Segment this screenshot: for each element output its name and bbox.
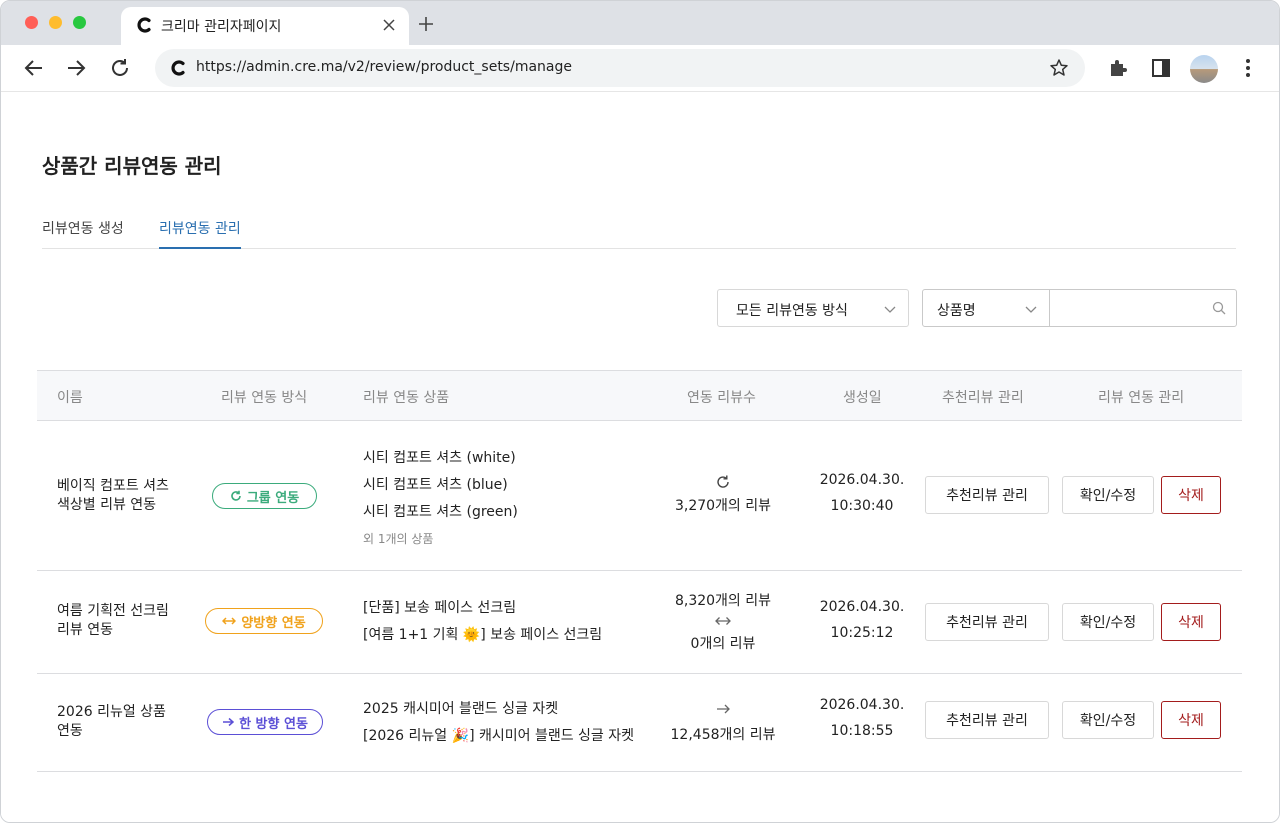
- header-method: 리뷰 연동 방식: [221, 390, 308, 406]
- created-date-time: 10:18:55: [830, 723, 894, 739]
- product-item: 2025 캐시미어 블랜드 싱글 자켓: [363, 701, 559, 717]
- page-title: 상품간 리뷰연동 관리: [42, 154, 222, 178]
- table-row: 2026 리뉴얼 상품 연동 한 방향 연동 2025 캐시미어 블랜드 싱글 …: [37, 674, 1242, 772]
- chevron-down-icon: [1025, 306, 1037, 313]
- tab-title: 크리마 관리자페이지: [161, 19, 282, 35]
- row-name-line1: 2026 리뉴얼 상품: [57, 704, 166, 720]
- header-recommend: 추천리뷰 관리: [942, 390, 1024, 406]
- delete-button[interactable]: 삭제: [1161, 476, 1221, 514]
- header-created: 생성일: [843, 390, 882, 406]
- row-name-line1: 베이직 컴포트 셔츠: [57, 478, 169, 494]
- search-type-value: 상품명: [937, 303, 976, 319]
- close-window-button[interactable]: [25, 16, 38, 29]
- delete-button[interactable]: 삭제: [1161, 701, 1221, 739]
- close-tab-icon[interactable]: [379, 15, 399, 35]
- header-name: 이름: [57, 390, 83, 406]
- review-count-target: 0개의 리뷰: [690, 636, 756, 652]
- bookmark-star-icon[interactable]: [1049, 58, 1069, 78]
- row-name: 2026 리뉴얼 상품 연동: [57, 703, 166, 741]
- review-count-source: 8,320개의 리뷰: [674, 593, 772, 609]
- method-label: 한 방향 연동: [239, 716, 308, 732]
- maximize-window-button[interactable]: [73, 16, 86, 29]
- header-review-count: 연동 리뷰수: [687, 390, 756, 406]
- created-date-day: 2026.04.30.: [819, 599, 905, 615]
- recommend-review-button[interactable]: 추천리뷰 관리: [925, 476, 1049, 514]
- back-arrow-icon[interactable]: [21, 55, 47, 81]
- recommend-review-button[interactable]: 추천리뷰 관리: [925, 701, 1049, 739]
- site-favicon-icon: [171, 60, 185, 76]
- new-tab-icon[interactable]: [415, 13, 437, 35]
- minimize-window-button[interactable]: [49, 16, 62, 29]
- table-row: 여름 기획전 선크림 리뷰 연동 양방향 연동 [단품] 보송 페이스 선크림 …: [37, 571, 1242, 674]
- bidirectional-arrow-icon: [715, 617, 731, 625]
- method-badge-oneway: 한 방향 연동: [207, 709, 323, 735]
- page-content: 상품간 리뷰연동 관리 리뷰연동 생성 리뷰연동 관리 모든 리뷰연동 방식 상…: [1, 93, 1279, 822]
- search-icon[interactable]: [1212, 301, 1226, 315]
- method-label: 양방향 연동: [241, 615, 306, 631]
- crema-logo-icon: [137, 17, 151, 33]
- product-item: [단품] 보송 페이스 선크림: [363, 600, 517, 616]
- created-date: 2026.04.30. 10:18:55: [802, 692, 922, 744]
- product-item: 시티 컴포트 셔츠 (white): [363, 450, 516, 466]
- row-name-line1: 여름 기획전 선크림: [57, 603, 169, 619]
- method-label: 그룹 연동: [246, 490, 300, 506]
- right-arrow-icon: [717, 704, 730, 714]
- method-filter-select[interactable]: 모든 리뷰연동 방식: [717, 289, 909, 327]
- created-date: 2026.04.30. 10:30:40: [802, 467, 922, 519]
- browser-window: 크리마 관리자페이지 https://admin.cre.ma/v2/revie…: [0, 0, 1280, 823]
- reload-icon[interactable]: [107, 55, 133, 81]
- product-item: 시티 컴포트 셔츠 (green): [363, 504, 518, 520]
- browser-toolbar: https://admin.cre.ma/v2/review/product_s…: [1, 45, 1279, 92]
- created-date-time: 10:30:40: [830, 498, 894, 514]
- edit-button[interactable]: 확인/수정: [1062, 603, 1154, 641]
- search-input[interactable]: [1051, 290, 1211, 326]
- header-products: 리뷰 연동 상품: [363, 390, 450, 406]
- method-filter-value: 모든 리뷰연동 방식: [736, 303, 848, 319]
- product-item: [여름 1+1 기획 🌞] 보송 페이스 선크림: [363, 627, 603, 643]
- created-date-time: 10:25:12: [830, 625, 894, 641]
- sub-tabs: 리뷰연동 생성 리뷰연동 관리: [42, 211, 1236, 249]
- delete-button[interactable]: 삭제: [1161, 603, 1221, 641]
- created-date-day: 2026.04.30.: [819, 697, 905, 713]
- row-name: 여름 기획전 선크림 리뷰 연동: [57, 602, 169, 640]
- edit-button[interactable]: 확인/수정: [1062, 701, 1154, 739]
- created-date: 2026.04.30. 10:25:12: [802, 594, 922, 646]
- row-name-line2: 연동: [57, 723, 83, 739]
- browser-tab[interactable]: 크리마 관리자페이지: [121, 7, 409, 45]
- header-manage: 리뷰 연동 관리: [1098, 390, 1185, 406]
- more-products-text: 외 1개의 상품: [363, 532, 434, 546]
- review-count: 3,270개의 리뷰: [674, 498, 772, 514]
- profile-avatar[interactable]: [1190, 55, 1218, 83]
- more-menu-icon[interactable]: [1236, 56, 1260, 80]
- chevron-down-icon: [884, 306, 896, 313]
- bidirectional-arrow-icon: [222, 617, 237, 625]
- row-name: 베이직 컴포트 셔츠 색상별 리뷰 연동: [57, 477, 169, 515]
- recommend-review-button[interactable]: 추천리뷰 관리: [925, 603, 1049, 641]
- row-name-line2: 리뷰 연동: [57, 622, 113, 638]
- method-badge-bidirectional: 양방향 연동: [205, 608, 323, 634]
- address-bar[interactable]: https://admin.cre.ma/v2/review/product_s…: [155, 49, 1085, 87]
- search-group: 상품명: [922, 289, 1237, 327]
- tab-manage-link[interactable]: 리뷰연동 관리: [159, 218, 241, 249]
- row-name-line2: 색상별 리뷰 연동: [57, 497, 157, 513]
- forward-arrow-icon[interactable]: [63, 55, 89, 81]
- extensions-puzzle-icon[interactable]: [1106, 56, 1130, 80]
- search-type-select[interactable]: 상품명: [923, 290, 1050, 326]
- table-header: 이름 리뷰 연동 방식 리뷰 연동 상품 연동 리뷰수 생성일 추천리뷰 관리 …: [37, 370, 1242, 421]
- product-item: 시티 컴포트 셔츠 (blue): [363, 477, 508, 493]
- tab-strip: 크리마 관리자페이지: [1, 1, 1279, 45]
- table-row: 베이직 컴포트 셔츠 색상별 리뷰 연동 그룹 연동 시티 컴포트 셔츠 (wh…: [37, 421, 1242, 571]
- review-count: 12,458개의 리뷰: [670, 727, 776, 743]
- method-badge-group: 그룹 연동: [212, 483, 317, 509]
- edit-button[interactable]: 확인/수정: [1062, 476, 1154, 514]
- product-item: [2026 리뉴얼 🎉] 캐시미어 블랜드 싱글 자켓: [363, 728, 635, 744]
- side-panel-icon[interactable]: [1149, 56, 1173, 80]
- right-arrow-icon: [223, 717, 235, 727]
- sync-icon: [231, 490, 241, 501]
- created-date-day: 2026.04.30.: [819, 472, 905, 488]
- url-text: https://admin.cre.ma/v2/review/product_s…: [196, 59, 572, 75]
- tab-create-link[interactable]: 리뷰연동 생성: [42, 218, 124, 247]
- sync-icon: [717, 475, 729, 488]
